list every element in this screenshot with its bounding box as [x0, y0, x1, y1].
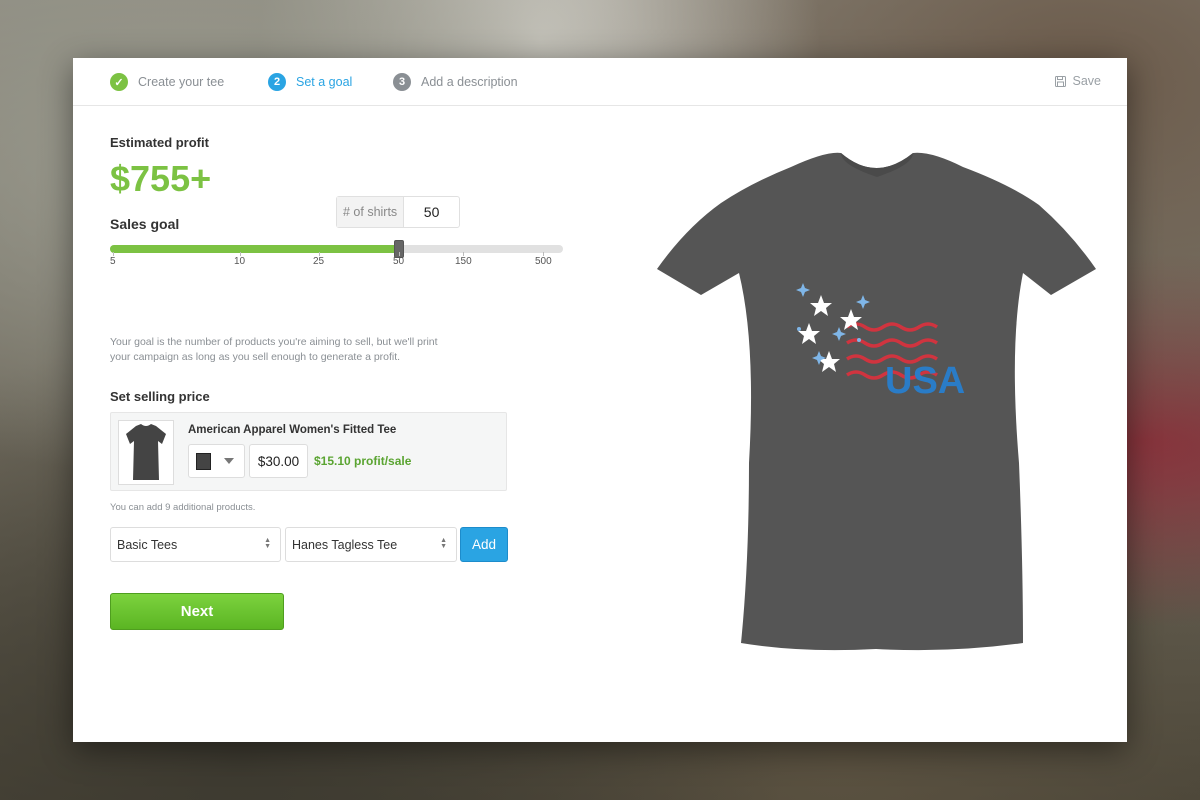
step-number: 3 — [393, 73, 411, 91]
tick-label: 500 — [535, 252, 552, 267]
category-select[interactable]: Basic Tees ▲ ▼ — [110, 527, 281, 562]
tshirt-preview: USA — [651, 143, 1101, 653]
tick-label: 50 — [393, 252, 405, 267]
estimated-profit-label: Estimated profit — [110, 135, 209, 150]
app-window: ✓ Create your tee 2 Set a goal 3 Add a d… — [73, 58, 1127, 742]
step-label: Set a goal — [296, 75, 353, 89]
step-set-goal[interactable]: 2 Set a goal — [268, 73, 352, 91]
tick-label: 10 — [234, 252, 246, 267]
tick-label: 5 — [110, 252, 116, 267]
product-card: American Apparel Women's Fitted Tee $30.… — [110, 412, 507, 491]
category-value: Basic Tees — [117, 537, 178, 552]
selling-price-label: Set selling price — [110, 389, 210, 404]
step-label: Add a description — [421, 75, 518, 89]
tshirt-mockup: USA — [657, 152, 1096, 651]
slider-ticks: 5 10 25 50 150 500 — [110, 252, 570, 276]
additional-products-note: You can add 9 additional products. — [110, 502, 256, 513]
product-select[interactable]: Hanes Tagless Tee ▲ ▼ — [285, 527, 457, 562]
slider-fill — [110, 245, 399, 253]
updown-icon: ▲ ▼ — [440, 537, 447, 550]
color-swatch — [196, 452, 211, 470]
product-thumbnail — [118, 420, 174, 485]
price-input[interactable]: $30.00 — [249, 444, 308, 478]
goal-hint: Your goal is the number of products you'… — [110, 336, 438, 363]
design-text: USA — [885, 360, 965, 402]
sales-goal-slider[interactable] — [110, 240, 563, 258]
color-dropdown[interactable] — [188, 444, 245, 478]
floppy-disk-icon — [1054, 75, 1066, 87]
save-label: Save — [1072, 74, 1102, 88]
product-value: Hanes Tagless Tee — [292, 537, 398, 552]
shirts-count-field[interactable]: # of shirts 50 — [336, 196, 460, 228]
save-button[interactable]: Save — [1054, 74, 1102, 88]
next-button[interactable]: Next — [110, 593, 284, 630]
chevron-down-icon — [224, 458, 234, 464]
step-create-tee[interactable]: ✓ Create your tee — [110, 73, 224, 91]
tshirt-icon — [126, 423, 166, 480]
shirts-count-prefix: # of shirts — [337, 197, 405, 227]
step-add-description[interactable]: 3 Add a description — [393, 73, 518, 91]
estimated-profit-value: $755+ — [110, 158, 212, 199]
step-number: 2 — [268, 73, 286, 91]
updown-icon: ▲ ▼ — [264, 537, 271, 550]
product-name: American Apparel Women's Fitted Tee — [188, 424, 397, 436]
step-label: Create your tee — [138, 75, 225, 89]
add-product-button[interactable]: Add — [460, 527, 508, 562]
check-icon: ✓ — [110, 73, 128, 91]
tick-label: 150 — [455, 252, 472, 267]
profit-per-sale: $15.10 profit/sale — [314, 454, 412, 468]
shirts-count-value[interactable]: 50 — [404, 197, 459, 227]
tick-label: 25 — [313, 252, 325, 267]
progress-header: ✓ Create your tee 2 Set a goal 3 Add a d… — [73, 58, 1127, 106]
sales-goal-label: Sales goal — [110, 216, 180, 232]
